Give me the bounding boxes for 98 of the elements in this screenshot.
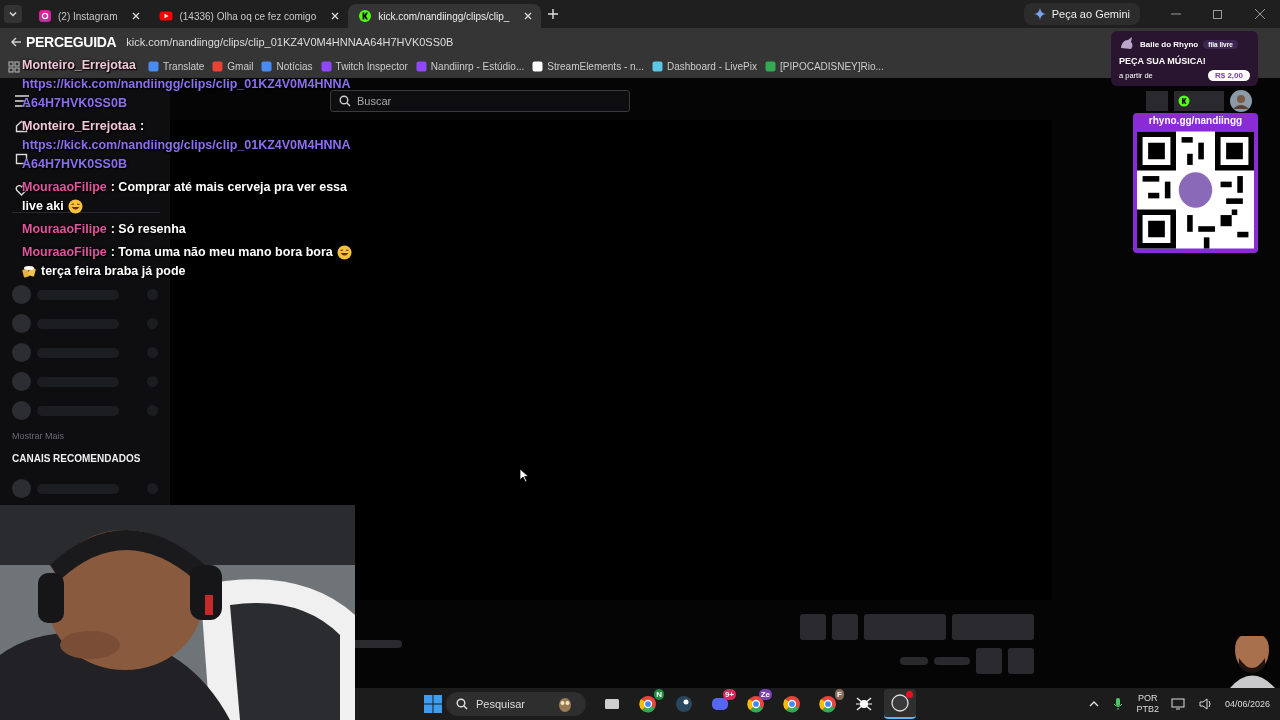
chat-username: MouraaoFilipe (22, 179, 107, 196)
round-app-icon (674, 694, 694, 714)
bookmark-icon (148, 61, 159, 72)
kick-icon (1178, 95, 1190, 107)
back-arrow-icon[interactable] (10, 35, 22, 48)
search-icon (339, 95, 351, 107)
bookmark-icon (212, 61, 224, 72)
beer-mugs-icon (22, 264, 37, 279)
bookmark-icon (320, 61, 332, 72)
bookmark[interactable]: StreamElements - n... (532, 61, 644, 72)
language-indicator[interactable]: POR (1137, 693, 1158, 704)
windows-start-icon[interactable] (424, 695, 442, 713)
chat-text: terça feira braba já pode (41, 263, 186, 280)
notification-count: 9+ (722, 689, 736, 700)
chat-text: : Comprar até mais cerveja pra ver essa (110, 179, 347, 196)
chat-username: MouraaoFilipe (22, 244, 107, 261)
taskbar-app[interactable]: F (812, 689, 844, 719)
bookmark[interactable]: [PIPOCADISNEY]Rio... (765, 61, 884, 72)
section-heading: CANAIS RECOMENDADOS (12, 453, 142, 464)
speaker-icon[interactable] (1198, 697, 1213, 711)
laughing-emoji-icon (67, 199, 83, 214)
price-tag: R$ 2,00 (1207, 70, 1250, 81)
control-placeholder (900, 657, 928, 665)
taskbar-app[interactable]: 9+ (704, 689, 736, 719)
stream-title: PERCEGUIDA (26, 33, 117, 50)
control-placeholder (934, 657, 970, 665)
qr-code-icon (1137, 131, 1254, 249)
avatar-placeholder (12, 372, 31, 391)
network-icon[interactable] (1170, 697, 1187, 711)
clock-date[interactable]: 04/06/2026 (1224, 698, 1270, 710)
recording-dot (906, 691, 913, 698)
search-field[interactable]: Buscar (330, 90, 630, 112)
browser-icon (638, 694, 658, 714)
browser-icon (818, 694, 838, 714)
control-placeholder (1008, 648, 1034, 674)
notification-count: Ze (758, 689, 772, 700)
avatar-placeholder (12, 343, 31, 362)
chat-username: MouraaoFilipe (22, 221, 107, 238)
rhino-icon (1119, 36, 1135, 52)
microphone-icon[interactable] (1112, 697, 1125, 711)
chat-text: : Toma uma não meu mano bora bora (110, 244, 333, 261)
sparkle-icon (1033, 8, 1046, 20)
site-icon (38, 9, 52, 23)
bookmark[interactable]: Notícias (261, 61, 313, 72)
taskbar-app[interactable]: N (632, 689, 664, 719)
browser-icon (782, 694, 802, 714)
avatar-placeholder (12, 314, 31, 333)
bookmark-icon (651, 61, 663, 72)
avatar-placeholder (12, 479, 31, 498)
control-placeholder (976, 648, 1002, 674)
chat-link[interactable]: https://kick.com/nandiingg/clips/clip_01KZ4V0M4HNNAA64H7HVK0SS0B (22, 136, 358, 174)
bookmark-icon (532, 61, 544, 72)
apps-grid-icon[interactable] (8, 60, 20, 73)
keyboard-layout-indicator[interactable]: PTB2 (1136, 704, 1159, 715)
chevron-down-icon (8, 9, 18, 19)
chat-text: : Só resenha (110, 221, 186, 238)
widget-headline: PEÇA SUA MÚSICA! (1119, 56, 1207, 66)
browser-tab[interactable]: (2) Instagram (28, 4, 150, 28)
gemini-button[interactable]: Peça ao Gemini (1023, 3, 1140, 25)
bookmark[interactable]: Translate (148, 61, 205, 72)
notification-count: F (835, 689, 844, 700)
bookmark[interactable]: Twitch Inspector (320, 61, 408, 72)
widget-title: Baile do Rhyno (1140, 39, 1199, 49)
site-icon (159, 9, 174, 23)
new-tab-icon[interactable] (547, 8, 560, 20)
close-icon[interactable] (131, 11, 142, 21)
bookmark-icon (261, 61, 273, 72)
bookmark-icon (765, 61, 776, 72)
chat-text: : (139, 118, 145, 135)
chat-text: live aki (22, 198, 64, 215)
control-placeholder (800, 614, 826, 640)
site-icon (358, 9, 373, 23)
avatar-placeholder (12, 285, 31, 304)
notification-count: N (654, 689, 664, 700)
browser-tab[interactable]: kick.com/nandiingg/clips/clip_ (348, 4, 542, 28)
bookmark[interactable]: Gmail (212, 61, 254, 72)
close-icon[interactable] (523, 11, 534, 21)
chat-username: Monteiro_Errejotaa (22, 57, 136, 74)
bookmark-icon (415, 61, 427, 72)
taskbar-app[interactable] (884, 689, 916, 719)
button-placeholder (1146, 91, 1168, 111)
taskbar-search-field[interactable]: Pesquisar (446, 692, 586, 716)
search-icon (456, 698, 468, 710)
avatar-icon[interactable] (1230, 90, 1252, 112)
taskbar-app[interactable]: Ze (740, 689, 772, 719)
browser-tab[interactable]: (14336) Olha oq ce fez comigo (149, 4, 349, 28)
qr-url: rhyno.gg/nandiingg (1148, 115, 1243, 127)
show-more-link[interactable]: Mostrar Mais (12, 431, 158, 441)
laughing-emoji-icon (336, 245, 352, 260)
close-icon[interactable] (330, 11, 341, 21)
control-placeholder (832, 614, 858, 640)
record-app-icon (890, 693, 910, 713)
mouse-pointer-icon (519, 468, 529, 483)
address-field[interactable]: kick.com/nandiingg/clips/clip_01KZ4V0M4HNNAA64H7HVK0SS0B (126, 35, 454, 48)
tab-list-button[interactable] (4, 5, 22, 23)
bookmark[interactable]: Dashboard - LivePix (651, 61, 757, 72)
avatar-placeholder (12, 401, 31, 420)
bookmark[interactable]: Nandiinrp - Estúdio... (415, 61, 525, 72)
